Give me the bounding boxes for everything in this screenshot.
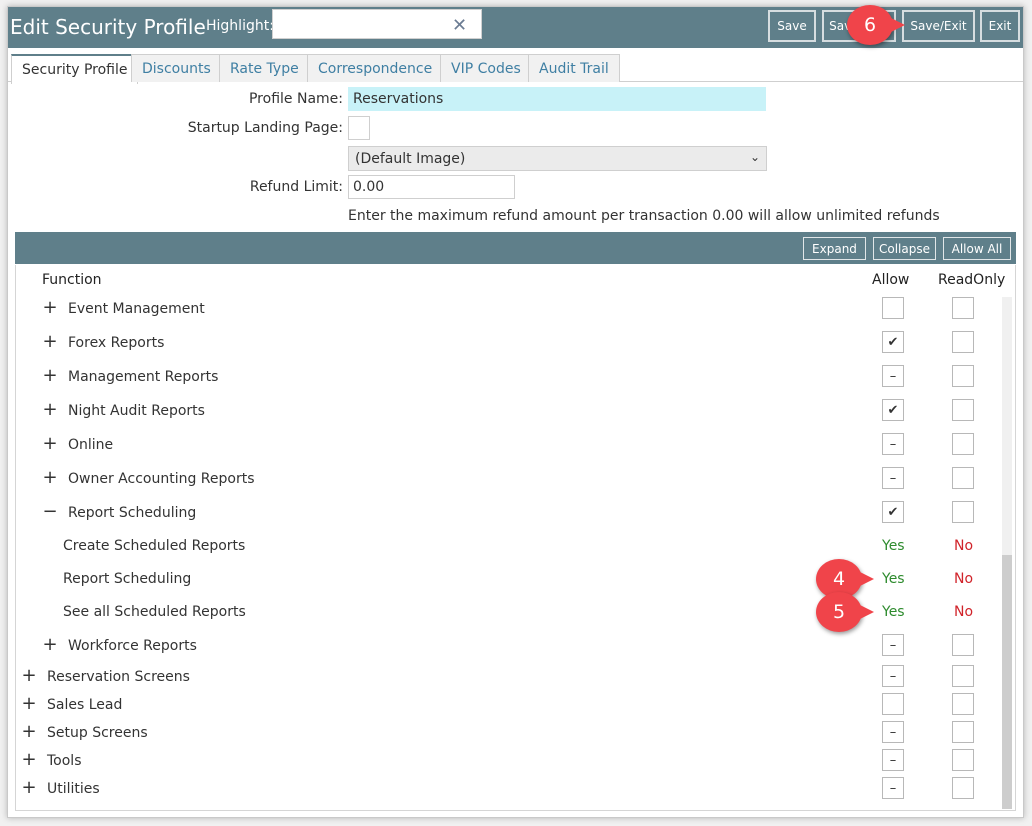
readonly-checkbox[interactable] (952, 433, 974, 455)
expand-toggle-icon[interactable]: + (42, 433, 58, 454)
readonly-checkbox[interactable] (952, 693, 974, 715)
chevron-down-icon: ⌄ (749, 150, 760, 164)
allow-yes-toggle[interactable]: Yes (882, 604, 905, 620)
edit-security-profile-window: Edit Security Profile Highlight: ✕ Save … (7, 6, 1024, 818)
row-label-utilities: Utilities (47, 781, 100, 797)
page-title: Edit Security Profile (10, 15, 206, 39)
expand-toggle-icon[interactable]: + (42, 331, 58, 352)
readonly-checkbox[interactable] (952, 365, 974, 387)
profile-name-field[interactable]: Reservations (348, 87, 766, 111)
row-label-online: Online (68, 437, 114, 453)
readonly-checkbox[interactable] (952, 399, 974, 421)
refund-limit-label: Refund Limit: (249, 179, 343, 195)
refund-limit-field[interactable]: 0.00 (348, 175, 515, 199)
readonly-checkbox[interactable] (952, 749, 974, 771)
column-header-allow: Allow (872, 272, 910, 288)
allow-checkbox[interactable]: ✔ (882, 399, 904, 421)
expand-button[interactable]: Expand (803, 237, 866, 260)
allow-all-button[interactable]: Allow All (943, 237, 1011, 260)
row-label-workforce-reports: Workforce Reports (68, 638, 197, 654)
row-label-setup-screens: Setup Screens (47, 725, 148, 741)
row-label-report-scheduling-group: Report Scheduling (68, 505, 197, 521)
readonly-checkbox[interactable] (952, 501, 974, 523)
expand-toggle-icon[interactable]: + (42, 297, 58, 318)
collapse-button[interactable]: Collapse (873, 237, 936, 260)
row-label-tools: Tools (47, 753, 82, 769)
startup-landing-page-checkbox[interactable] (348, 116, 370, 140)
allow-checkbox[interactable] (882, 693, 904, 715)
exit-button[interactable]: Exit (980, 10, 1020, 42)
allow-checkbox[interactable] (882, 297, 904, 319)
default-image-select[interactable]: (Default Image) ⌄ (348, 146, 767, 171)
permissions-toolbar: Expand Collapse Allow All (15, 232, 1016, 264)
readonly-no-toggle[interactable]: No (954, 571, 973, 587)
allow-checkbox[interactable]: – (882, 433, 904, 455)
tab-security-profile[interactable]: Security Profile (11, 54, 139, 84)
expand-toggle-icon[interactable]: + (21, 749, 37, 770)
highlight-input[interactable] (272, 9, 482, 39)
allow-checkbox[interactable]: – (882, 749, 904, 771)
row-label-management-reports: Management Reports (68, 369, 219, 385)
default-image-option: (Default Image) (355, 150, 466, 167)
readonly-checkbox[interactable] (952, 721, 974, 743)
row-label-event-management: Event Management (68, 301, 205, 317)
tab-vip-codes[interactable]: VIP Codes (440, 54, 532, 82)
expand-toggle-icon[interactable]: + (42, 634, 58, 655)
row-label-report-scheduling: Report Scheduling (63, 571, 192, 587)
tab-bar: Security Profile Discounts Rate Type Cor… (8, 54, 1023, 84)
tab-rate-type[interactable]: Rate Type (219, 54, 310, 82)
expand-toggle-icon[interactable]: + (21, 693, 37, 714)
readonly-checkbox[interactable] (952, 331, 974, 353)
row-label-create-scheduled-reports: Create Scheduled Reports (63, 538, 246, 554)
column-header-readonly: ReadOnly (938, 272, 1006, 288)
readonly-checkbox[interactable] (952, 297, 974, 319)
readonly-no-toggle[interactable]: No (954, 538, 973, 554)
startup-landing-page-label: Startup Landing Page: (187, 120, 343, 136)
allow-yes-toggle[interactable]: Yes (882, 538, 905, 554)
row-label-sales-lead: Sales Lead (47, 697, 123, 713)
expand-toggle-icon[interactable]: + (21, 777, 37, 798)
row-label-forex-reports: Forex Reports (68, 335, 165, 351)
allow-checkbox[interactable]: ✔ (882, 331, 904, 353)
row-label-night-audit-reports: Night Audit Reports (68, 403, 205, 419)
allow-checkbox[interactable]: ✔ (882, 501, 904, 523)
readonly-checkbox[interactable] (952, 777, 974, 799)
readonly-checkbox[interactable] (952, 665, 974, 687)
row-label-owner-accounting-reports: Owner Accounting Reports (68, 471, 255, 487)
expand-toggle-icon[interactable]: + (21, 721, 37, 742)
allow-checkbox[interactable]: – (882, 634, 904, 656)
expand-toggle-icon[interactable]: + (42, 399, 58, 420)
tab-correspondence[interactable]: Correspondence (307, 54, 444, 82)
column-header-function: Function (42, 272, 102, 288)
readonly-checkbox[interactable] (952, 634, 974, 656)
profile-name-label: Profile Name: (248, 91, 343, 107)
save-button[interactable]: Save (768, 10, 816, 42)
row-label-reservation-screens: Reservation Screens (47, 669, 190, 685)
tab-audit-trail[interactable]: Audit Trail (528, 54, 620, 82)
expand-toggle-icon[interactable]: + (42, 467, 58, 488)
scrollbar-thumb[interactable] (1002, 555, 1012, 809)
tab-discounts[interactable]: Discounts (131, 54, 222, 82)
allow-checkbox[interactable]: – (882, 777, 904, 799)
save-exit-button[interactable]: Save/Exit (902, 10, 975, 42)
allow-checkbox[interactable]: – (882, 721, 904, 743)
allow-checkbox[interactable]: – (882, 365, 904, 387)
allow-checkbox[interactable]: – (882, 467, 904, 489)
refund-limit-help-text: Enter the maximum refund amount per tran… (348, 208, 940, 224)
highlight-label: Highlight: (206, 18, 274, 34)
allow-checkbox[interactable]: – (882, 665, 904, 687)
readonly-no-toggle[interactable]: No (954, 604, 973, 620)
row-label-see-all-scheduled-reports: See all Scheduled Reports (63, 604, 246, 620)
expand-toggle-icon[interactable]: + (42, 365, 58, 386)
allow-yes-toggle[interactable]: Yes (882, 571, 905, 587)
callout-badge-6: 6 (847, 5, 905, 45)
callout-badge-5: 5 (816, 592, 874, 632)
collapse-toggle-icon[interactable]: − (42, 501, 58, 522)
expand-toggle-icon[interactable]: + (21, 665, 37, 686)
clear-icon[interactable]: ✕ (452, 15, 467, 36)
readonly-checkbox[interactable] (952, 467, 974, 489)
